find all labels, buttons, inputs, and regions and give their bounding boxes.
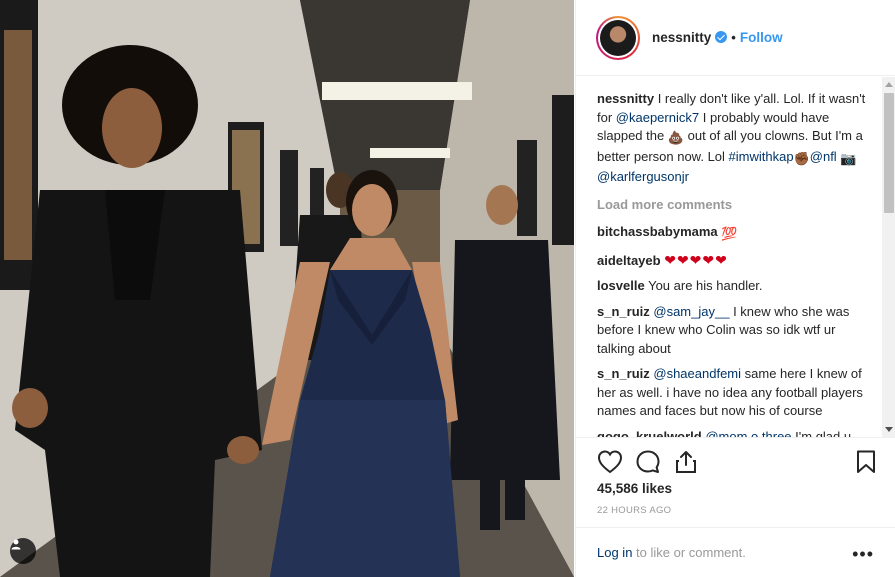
comment-username[interactable]: gogo_kruelworld — [597, 429, 702, 438]
camera-emoji-icon: 📷 — [840, 150, 857, 166]
heart-outline-icon[interactable] — [596, 448, 624, 476]
comment-mention[interactable]: @shaeandfemi — [653, 366, 741, 381]
caption-hashtag[interactable]: #imwithkap — [729, 149, 794, 164]
comment-username[interactable]: s_n_ruiz — [597, 366, 650, 381]
comment-username[interactable]: losvelle — [597, 278, 645, 293]
scroll-up-arrow-icon[interactable] — [885, 82, 893, 87]
header-username[interactable]: nessnitty — [652, 30, 711, 45]
verified-badge-icon — [715, 31, 728, 43]
comment-mention[interactable]: @mom.o.three — [705, 429, 791, 438]
login-prompt-text: to like or comment. — [636, 545, 746, 560]
comment-item: aideltayeb ❤❤❤❤❤ — [597, 251, 867, 271]
poop-emoji-icon: 💩 — [667, 130, 685, 145]
avatar[interactable] — [596, 15, 640, 60]
caption-mention-photographer[interactable]: @karlfergusonjr — [597, 169, 689, 184]
comment-mention[interactable]: @sam_jay__ — [653, 304, 729, 319]
post-header: nessnitty • Follow — [576, 0, 895, 76]
comment-username[interactable]: aideltayeb — [597, 253, 661, 268]
photo-scene — [0, 0, 574, 577]
comment-username[interactable]: bitchassbabymama — [597, 224, 718, 239]
login-footer: Log in to like or comment. ••• — [576, 527, 895, 577]
action-bar — [576, 437, 895, 487]
more-options-icon[interactable]: ••• — [852, 544, 874, 565]
comment-item: s_n_ruiz @shaeandfemi same here I knew o… — [597, 365, 867, 421]
comment-item: gogo_kruelworld @mom.o.three I'm glad u … — [597, 428, 867, 438]
avatar-image — [600, 19, 636, 56]
likes-count[interactable]: 45,586 likes — [597, 481, 672, 496]
caption-mention-nfl[interactable]: @nfl — [810, 149, 837, 164]
login-link[interactable]: Log in — [597, 545, 632, 560]
post-side-panel: nessnitty • Follow nessnitty I really don'… — [575, 0, 895, 577]
comment-item: bitchassbabymama 💯 — [597, 223, 867, 244]
comment-item: s_n_ruiz @sam_jay__ I knew who she was b… — [597, 303, 867, 359]
comment-text: You are his handler. — [648, 278, 763, 293]
speech-bubble-icon[interactable] — [634, 448, 662, 476]
raised-fist-emoji-icon: ✊🏾 — [793, 150, 810, 166]
load-more-comments-button[interactable]: Load more comments — [597, 196, 882, 215]
comment-item: losvelle You are his handler. — [597, 277, 867, 296]
share-upload-icon[interactable] — [672, 448, 700, 476]
post-timestamp[interactable]: 22 HOURS AGO — [597, 505, 671, 516]
scroll-down-arrow-icon[interactable] — [885, 427, 893, 432]
user-tag-icon[interactable] — [10, 538, 36, 564]
caption-username[interactable]: nessnitty — [597, 91, 654, 106]
follow-button[interactable]: Follow — [740, 30, 783, 45]
comment-username[interactable]: s_n_ruiz — [597, 304, 650, 319]
caption-mention-kaepernick[interactable]: @kaepernick7 — [616, 110, 699, 125]
post-photo[interactable] — [0, 0, 574, 577]
scrollbar-thumb[interactable] — [884, 93, 894, 213]
hearts-emoji-icon: ❤❤❤❤❤ — [664, 251, 728, 268]
hundred-emoji-icon: 💯 — [721, 226, 738, 241]
post-caption: nessnitty I really don't like y'all. Lol… — [597, 90, 867, 187]
comments-list[interactable]: nessnitty I really don't like y'all. Lol… — [576, 77, 882, 437]
bookmark-icon[interactable] — [852, 448, 880, 476]
separator-dot: • — [731, 30, 736, 45]
comments-scrollbar[interactable] — [882, 77, 895, 437]
